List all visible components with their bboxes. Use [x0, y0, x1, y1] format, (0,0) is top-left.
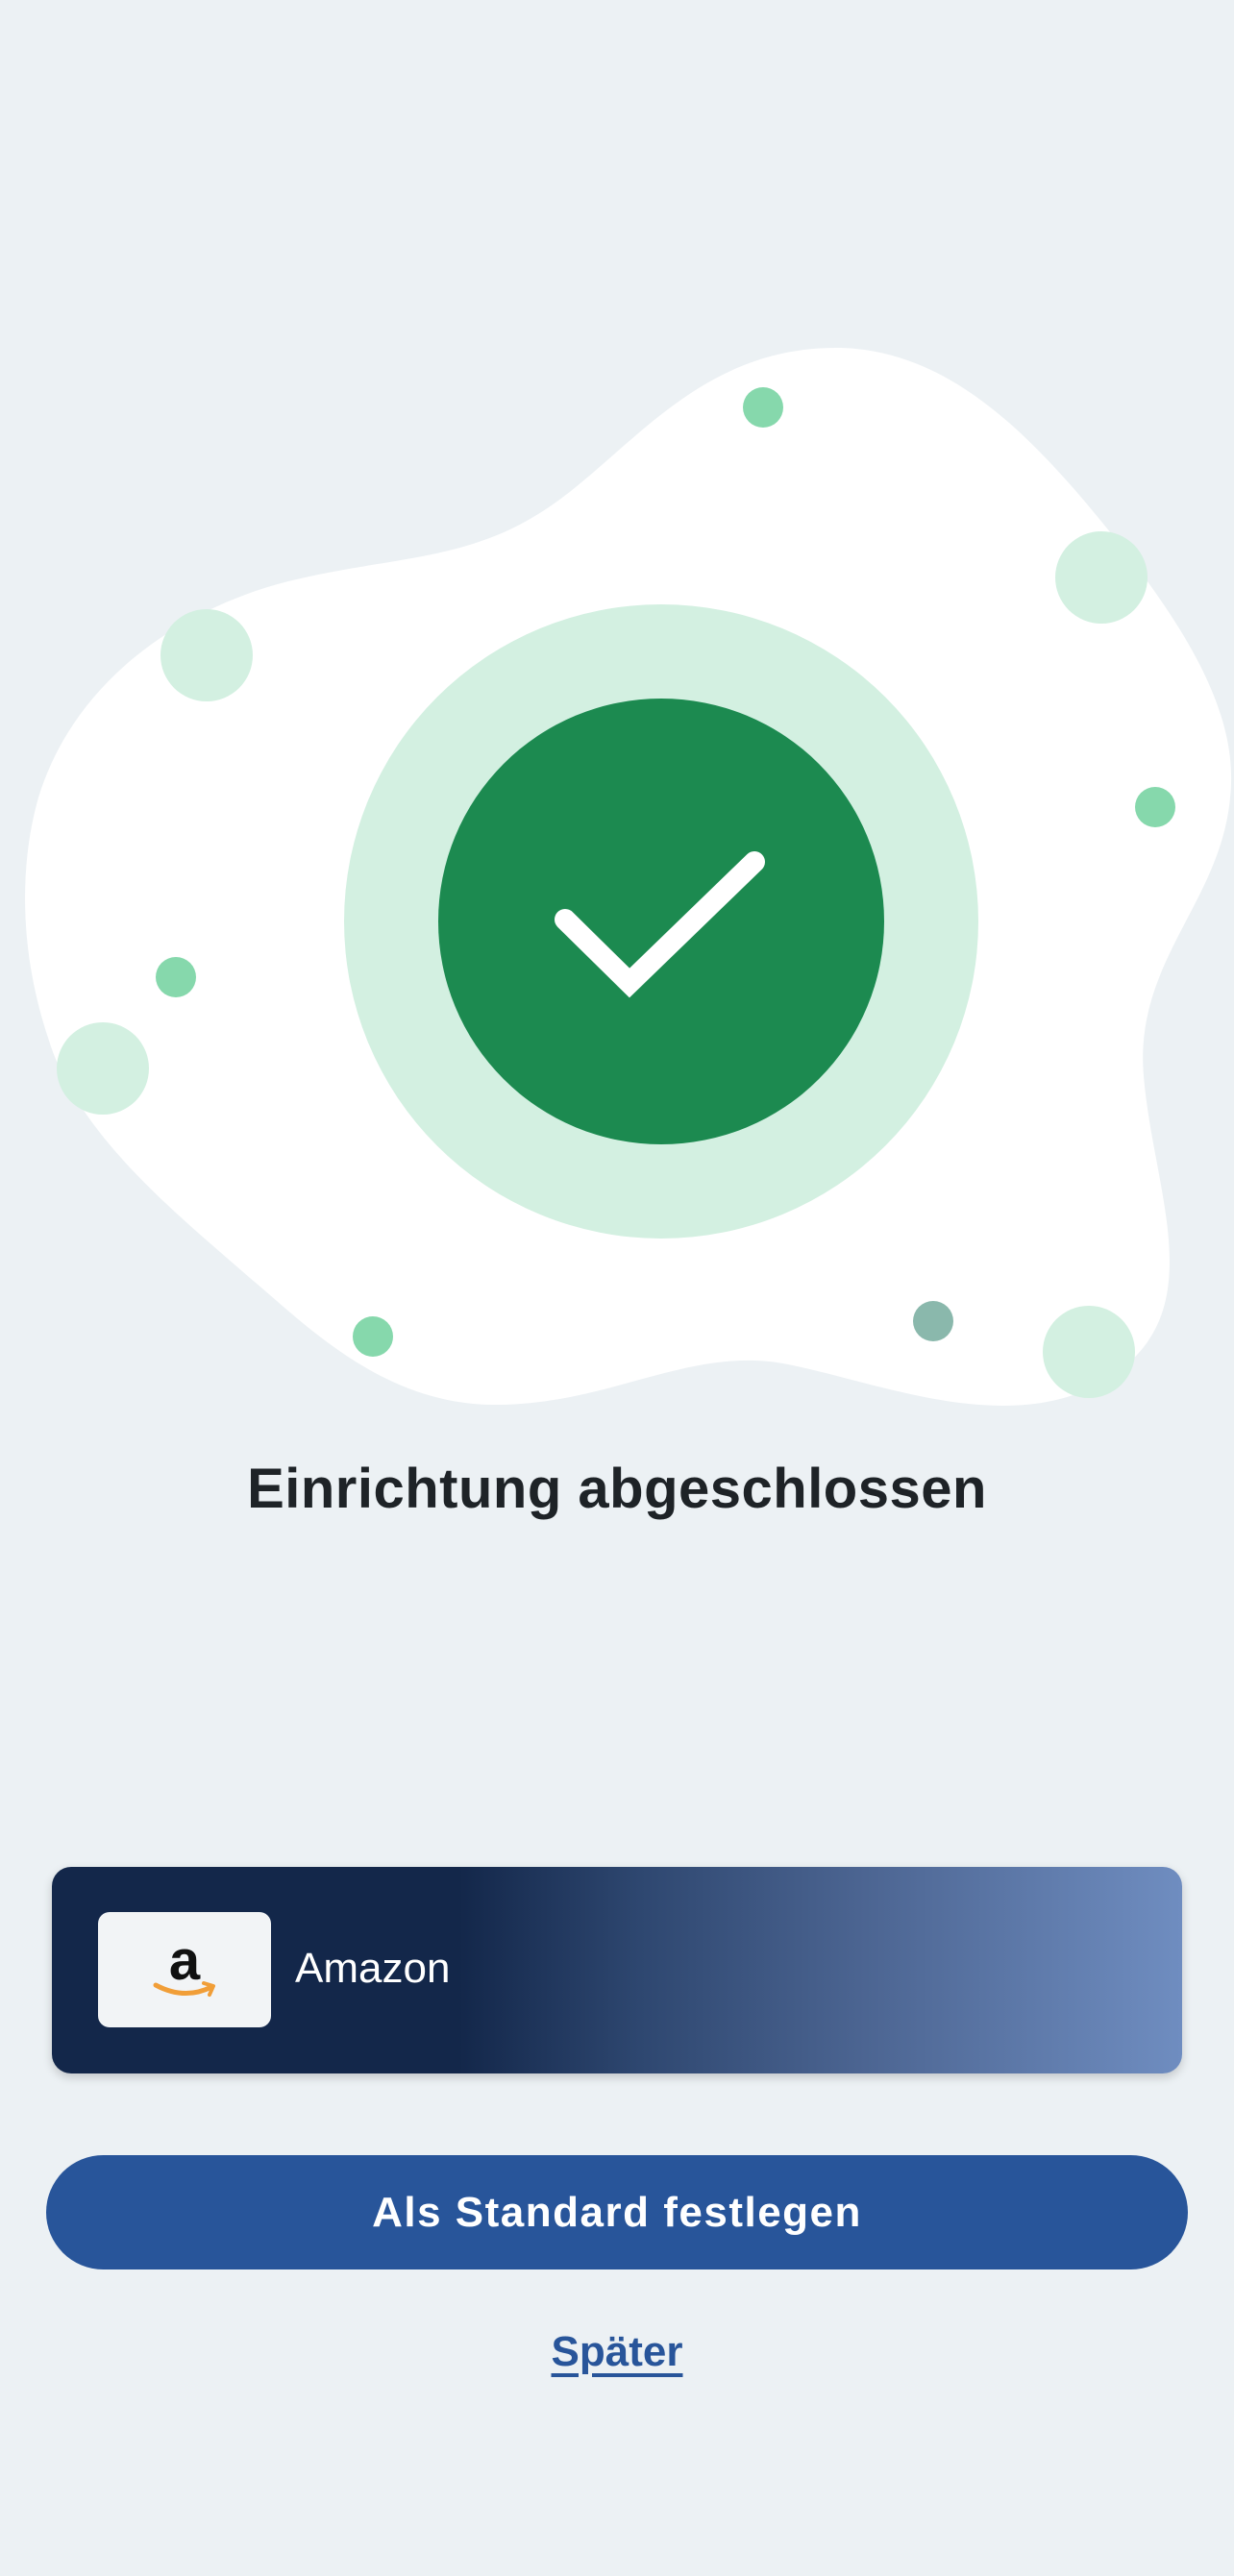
amazon-logo: a: [98, 1912, 271, 2027]
payment-method-name: Amazon: [295, 1945, 451, 1992]
set-default-button[interactable]: Als Standard festlegen: [46, 2155, 1188, 2269]
svg-text:a: a: [169, 1935, 201, 1992]
later-link-wrapper: Später: [0, 2323, 1234, 2381]
payment-method-card[interactable]: a Amazon: [52, 1867, 1182, 2073]
page-title: Einrichtung abgeschlossen: [247, 1458, 987, 1520]
success-circle: [438, 699, 884, 1144]
later-link[interactable]: Später: [552, 2328, 683, 2375]
success-illustration: [25, 348, 1232, 1407]
